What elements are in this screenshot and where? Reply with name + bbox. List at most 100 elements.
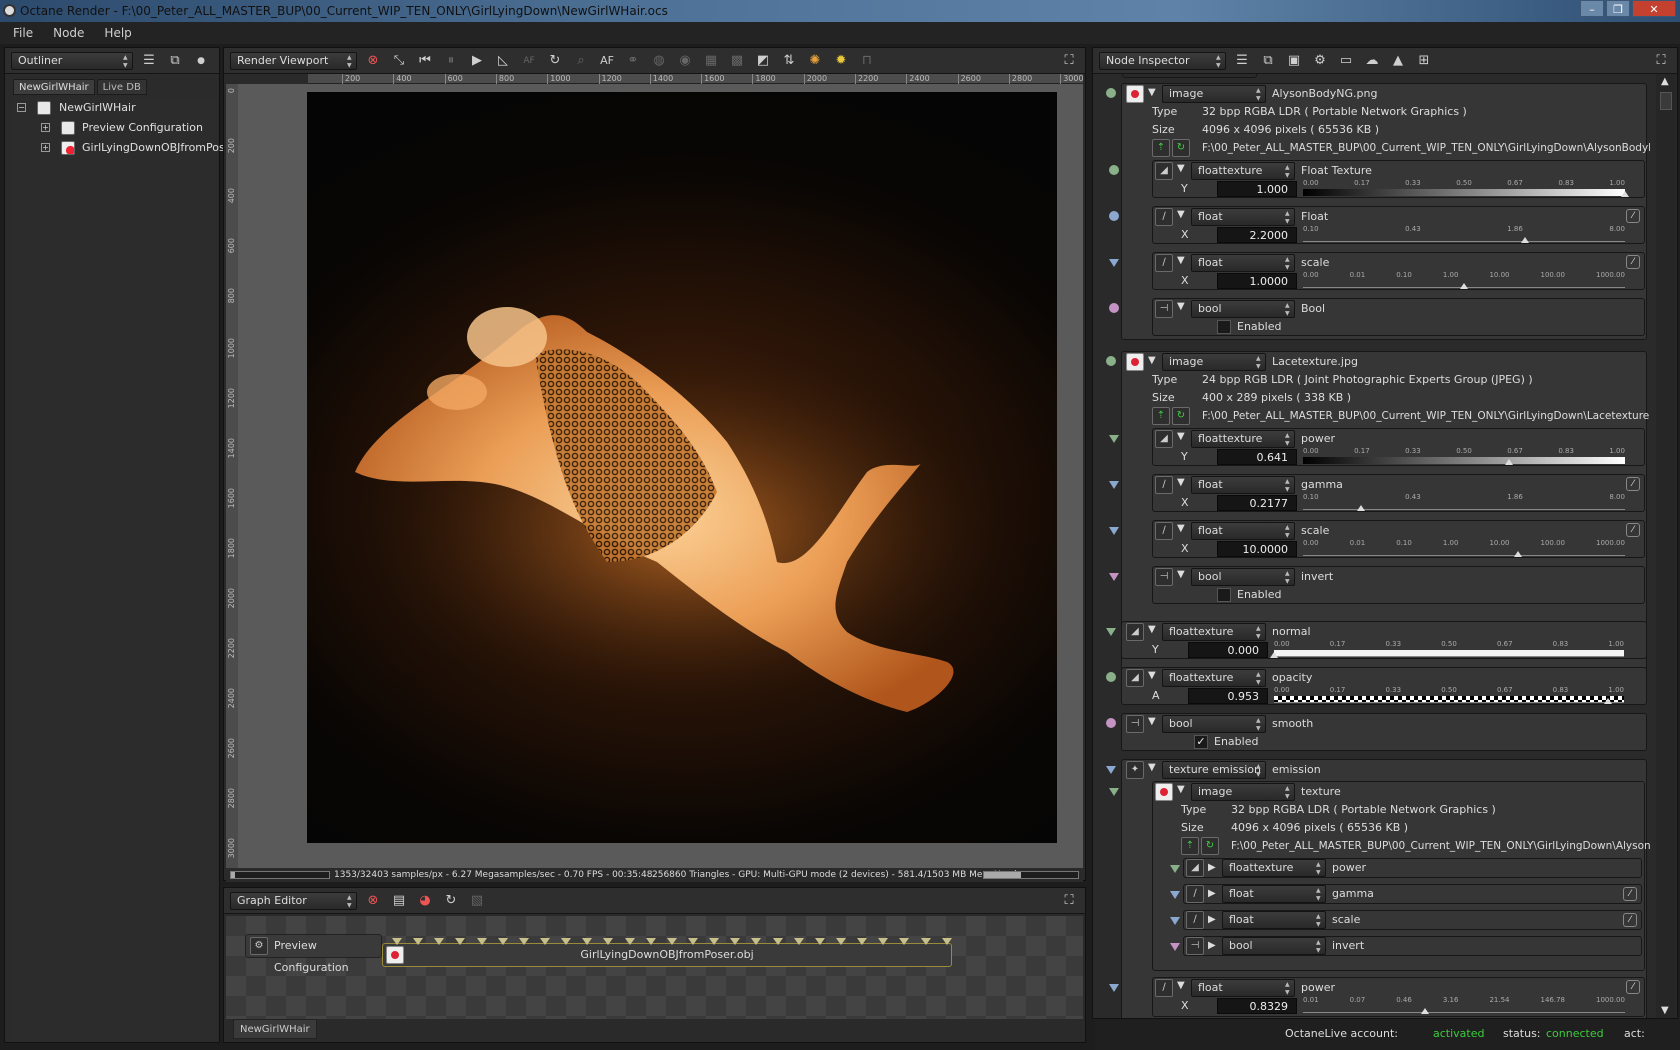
- value-field[interactable]: 0.953: [1188, 688, 1268, 704]
- graph-refresh-icon[interactable]: ↻: [441, 891, 461, 911]
- reload-image-icon[interactable]: ↻: [1201, 837, 1219, 855]
- graph-input-pin[interactable]: [730, 938, 741, 945]
- value-field[interactable]: 0.8329: [1217, 998, 1297, 1014]
- input-pin[interactable]: [1109, 984, 1119, 992]
- slider-track[interactable]: [1303, 503, 1625, 510]
- collapse-caret-icon[interactable]: ▼: [1177, 163, 1185, 174]
- graph-input-pin[interactable]: [455, 938, 466, 945]
- maximize-viewport-icon[interactable]: ⛶: [1059, 51, 1079, 71]
- color-picker-icon[interactable]: ✺: [805, 51, 825, 71]
- sync-icon[interactable]: ●: [191, 51, 211, 71]
- restart-render-icon[interactable]: ⏮: [415, 51, 435, 71]
- viewport-selector[interactable]: Render Viewport: [230, 51, 357, 70]
- stop-render-icon[interactable]: ⊗: [363, 51, 383, 71]
- maximize-inspector-icon[interactable]: ⛶: [1651, 51, 1671, 71]
- input-pin[interactable]: [1109, 527, 1119, 535]
- pick-focus-icon[interactable]: ⌕: [571, 51, 591, 71]
- scrollbar-thumb[interactable]: [1660, 92, 1672, 110]
- input-pin[interactable]: [1170, 891, 1180, 899]
- slider-track[interactable]: [1303, 189, 1625, 196]
- slider-thumb[interactable]: [1603, 698, 1612, 704]
- input-pin[interactable]: [1106, 672, 1116, 682]
- curve-icon[interactable]: ⁄: [1626, 980, 1640, 994]
- node-type-selector[interactable]: image: [1191, 783, 1295, 801]
- param-type-selector[interactable]: floattexture: [1191, 162, 1295, 180]
- reset-camera-icon[interactable]: ⤡: [389, 51, 409, 71]
- sun-icon[interactable]: ✹: [831, 51, 851, 71]
- param-type-selector[interactable]: texture emission: [1162, 761, 1266, 779]
- value-field[interactable]: 1.000: [1217, 181, 1297, 197]
- collapse-caret-icon[interactable]: ▼: [1177, 477, 1185, 488]
- enabled-checkbox[interactable]: [1217, 320, 1231, 334]
- sphere-icon[interactable]: ◍: [649, 51, 669, 71]
- param-type-selector[interactable]: floattexture: [1162, 623, 1266, 641]
- input-pin[interactable]: [1109, 303, 1119, 313]
- curve-icon[interactable]: ⁄: [1626, 255, 1640, 269]
- expand-caret-icon[interactable]: ▶: [1208, 888, 1216, 899]
- slider-thumb[interactable]: [1421, 1008, 1430, 1014]
- collapse-caret-icon[interactable]: ▼: [1148, 624, 1156, 635]
- input-pin[interactable]: [1109, 481, 1119, 489]
- collapse-caret-icon[interactable]: ▼: [1148, 670, 1156, 681]
- checker-icon[interactable]: ▩: [727, 51, 747, 71]
- value-slider[interactable]: 0.00 0.01 0.10 1.00 10.00 100.00 1000.00: [1303, 271, 1625, 289]
- output-icon[interactable]: ⊞: [1414, 51, 1434, 71]
- collapse-caret-icon[interactable]: ▼: [1177, 301, 1185, 312]
- collapse-caret-icon[interactable]: ▼: [1148, 762, 1156, 773]
- graph-input-pin[interactable]: [920, 938, 931, 945]
- input-pin[interactable]: [1106, 718, 1116, 728]
- param-type-selector[interactable]: bool: [1191, 568, 1295, 586]
- graph-input-pin[interactable]: [392, 938, 402, 945]
- value-slider[interactable]: 0.00 0.17 0.33 0.50 0.67 0.83 1.00: [1270, 640, 1624, 658]
- param-type-selector[interactable]: bool: [1162, 715, 1266, 733]
- expand-all-icon[interactable]: ☰: [139, 51, 159, 71]
- collapse-caret-icon[interactable]: ▼: [1177, 255, 1185, 266]
- value-field[interactable]: 0.000: [1188, 642, 1268, 658]
- graph-input-pin[interactable]: [878, 938, 889, 945]
- input-pin[interactable]: [1109, 435, 1119, 443]
- param-type-selector[interactable]: float: [1191, 476, 1295, 494]
- graph-input-pin[interactable]: [814, 938, 825, 945]
- graph-input-pin[interactable]: [497, 938, 508, 945]
- param-type-selector[interactable]: float: [1191, 254, 1295, 272]
- tree-item-mesh[interactable]: + GirlLyingDownOBJfromPoser.c: [13, 138, 245, 158]
- slider-thumb[interactable]: [1513, 551, 1522, 557]
- invert-checkbox[interactable]: [1217, 588, 1231, 602]
- value-slider[interactable]: 0.00 0.17 0.33 0.50 0.67 0.83 1.00: [1303, 179, 1629, 197]
- tab-scene[interactable]: NewGirlWHair: [13, 79, 95, 95]
- collapse-caret-icon[interactable]: ▼: [1177, 209, 1185, 220]
- load-image-icon[interactable]: ⇡: [1152, 407, 1170, 425]
- curve-icon[interactable]: ⁄: [1623, 887, 1637, 901]
- value-slider[interactable]: 0.00 0.01 0.10 1.00 10.00 100.00 1000.00: [1303, 539, 1625, 557]
- expand-caret-icon[interactable]: ▶: [1208, 940, 1216, 951]
- maximize-button[interactable]: ❐: [1606, 0, 1630, 17]
- graph-input-pin[interactable]: [603, 938, 614, 945]
- menu-node[interactable]: Node: [53, 22, 84, 44]
- graph-input-pin[interactable]: [687, 938, 698, 945]
- input-pin[interactable]: [1170, 943, 1180, 951]
- slider-track[interactable]: [1274, 650, 1624, 657]
- graph-input-pin[interactable]: [518, 938, 529, 945]
- collapse-caret-icon[interactable]: ▼: [1177, 523, 1185, 534]
- value-field[interactable]: 0.641: [1217, 449, 1297, 465]
- graph-input-pin[interactable]: [624, 938, 635, 945]
- graph-clear-icon[interactable]: ▧: [467, 891, 487, 911]
- tree-item-preview-config[interactable]: + Preview Configuration: [13, 118, 217, 138]
- graph-input-pin[interactable]: [539, 938, 550, 945]
- slider-track[interactable]: [1274, 696, 1624, 703]
- graph-input-pin[interactable]: [793, 938, 804, 945]
- expand-caret-icon[interactable]: ▶: [1208, 862, 1216, 873]
- graph-input-pin[interactable]: [941, 938, 952, 945]
- slider-thumb[interactable]: [1460, 283, 1468, 289]
- close-button[interactable]: ✕: [1632, 0, 1676, 17]
- expand-toggle-icon[interactable]: +: [41, 143, 50, 152]
- input-pin[interactable]: [1106, 356, 1116, 366]
- input-pin[interactable]: [1109, 573, 1119, 581]
- tab-live-db[interactable]: Live DB: [96, 79, 147, 95]
- collapse-caret-icon[interactable]: ▼: [1148, 355, 1156, 366]
- input-pin[interactable]: [1109, 788, 1119, 796]
- smooth-checkbox[interactable]: ✓: [1194, 735, 1208, 749]
- slider-thumb[interactable]: [1270, 652, 1278, 658]
- value-field[interactable]: 0.2177: [1217, 495, 1297, 511]
- param-type-selector[interactable]: float: [1191, 208, 1295, 226]
